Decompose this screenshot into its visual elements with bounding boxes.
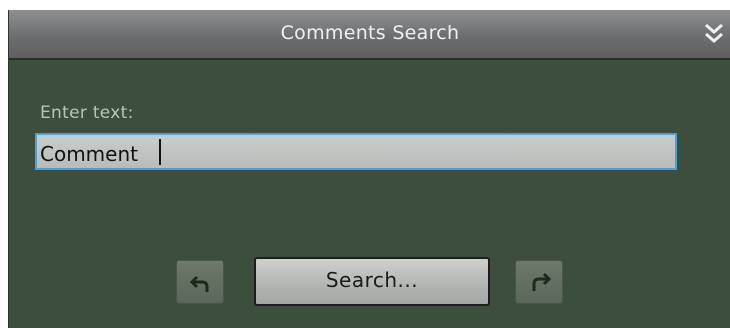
- panel-titlebar: Comments Search: [9, 10, 730, 60]
- search-text-input[interactable]: [35, 133, 677, 170]
- undo-arrow-icon: [189, 275, 209, 292]
- panel-title: Comments Search: [280, 22, 460, 44]
- back-button[interactable]: [176, 260, 224, 304]
- double-chevron-down-icon[interactable]: [703, 22, 725, 46]
- forward-button[interactable]: [515, 260, 563, 304]
- search-button[interactable]: Search...: [254, 257, 490, 306]
- comments-search-panel: Comments Search Enter text: Search...: [8, 10, 730, 328]
- text-caret: [159, 139, 161, 165]
- enter-text-label: Enter text:: [40, 103, 134, 123]
- redo-arrow-icon: [532, 272, 552, 291]
